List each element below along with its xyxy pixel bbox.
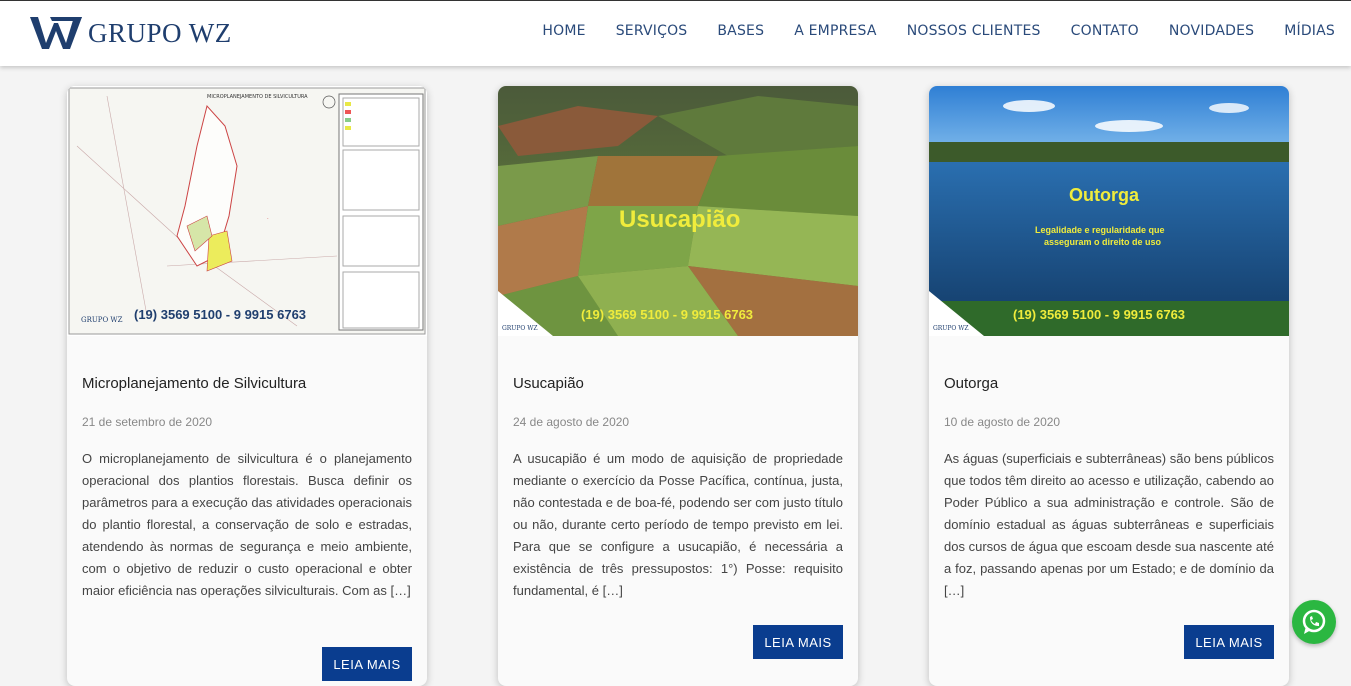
main-nav: HOME SERVIÇOS BASES A EMPRESA NOSSOS CLI… bbox=[542, 23, 1335, 39]
thumbnail-logo: GRUPO WZ bbox=[933, 325, 969, 332]
read-more-button[interactable]: LEIA MAIS bbox=[1184, 625, 1274, 659]
read-more-button[interactable]: LEIA MAIS bbox=[753, 625, 843, 659]
thumbnail-subheading-2: asseguram o direito de uso bbox=[1044, 237, 1162, 247]
post-date: 10 de agosto de 2020 bbox=[944, 415, 1061, 429]
thumbnail-logo: GRUPO WZ bbox=[502, 325, 538, 332]
thumbnail-phone: (19) 3569 5100 - 9 9915 6763 bbox=[581, 307, 754, 322]
post-title[interactable]: Microplanejamento de Silvicultura bbox=[82, 375, 306, 392]
nav-contato[interactable]: CONTATO bbox=[1071, 23, 1139, 39]
lake-image: GRUPO WZ bbox=[929, 86, 1289, 336]
site-logo[interactable]: GRUPO WZ bbox=[30, 15, 232, 51]
post-excerpt: As águas (superficiais e subterrâneas) s… bbox=[944, 451, 1274, 598]
map-image: MICROPLANEJAMENTO DE SILVICULTURA - GRUP… bbox=[68, 87, 426, 335]
post-title[interactable]: Outorga bbox=[944, 375, 998, 392]
post-excerpt: O microplanejamento de silvicultura é o … bbox=[82, 451, 412, 598]
thumbnail-heading: Usucapião bbox=[619, 206, 741, 233]
nav-a-empresa[interactable]: A EMPRESA bbox=[794, 23, 877, 39]
thumbnail-logo: GRUPO WZ bbox=[81, 316, 123, 324]
post-thumbnail-lake[interactable]: GRUPO WZ Outorga Legalidade e regularida… bbox=[929, 86, 1289, 336]
thumbnail-phone: (19) 3569 5100 - 9 9915 6763 bbox=[134, 307, 307, 322]
nav-servicos[interactable]: SERVIÇOS bbox=[616, 23, 688, 39]
post-title[interactable]: Usucapião bbox=[513, 375, 584, 392]
post-date: 21 de setembro de 2020 bbox=[82, 415, 213, 429]
thumbnail-heading: Outorga bbox=[1069, 185, 1139, 205]
nav-home[interactable]: HOME bbox=[542, 23, 585, 39]
map-heading: MICROPLANEJAMENTO DE SILVICULTURA bbox=[207, 94, 308, 100]
post-thumbnail-fields[interactable]: GRUPO WZ Usucapião (19) 3569 5100 - 9 99… bbox=[498, 86, 858, 336]
read-more-button[interactable]: LEIA MAIS bbox=[322, 647, 412, 681]
wz-logo-icon bbox=[30, 17, 82, 49]
whatsapp-floating-button[interactable] bbox=[1292, 600, 1336, 644]
post-thumbnail-map[interactable]: MICROPLANEJAMENTO DE SILVICULTURA - GRUP… bbox=[67, 86, 427, 336]
site-header: GRUPO WZ HOME SERVIÇOS BASES A EMPRESA N… bbox=[0, 0, 1351, 66]
thumbnail-subheading-1: Legalidade e regularidade que bbox=[1035, 225, 1165, 235]
nav-nossos-clientes[interactable]: NOSSOS CLIENTES bbox=[907, 23, 1041, 39]
nav-novidades[interactable]: NOVIDADES bbox=[1169, 23, 1254, 39]
post-card: GRUPO WZ Usucapião (19) 3569 5100 - 9 99… bbox=[498, 86, 858, 686]
nav-bases[interactable]: BASES bbox=[717, 23, 764, 39]
post-card: MICROPLANEJAMENTO DE SILVICULTURA - GRUP… bbox=[67, 86, 427, 686]
post-excerpt: A usucapião é um modo de aquisição de pr… bbox=[513, 451, 843, 598]
post-card: GRUPO WZ Outorga Legalidade e regularida… bbox=[929, 86, 1289, 686]
nav-midias[interactable]: MÍDIAS bbox=[1284, 23, 1335, 39]
brand-name: GRUPO WZ bbox=[88, 17, 232, 48]
post-date: 24 de agosto de 2020 bbox=[513, 415, 630, 429]
thumbnail-phone: (19) 3569 5100 - 9 9915 6763 bbox=[1013, 307, 1186, 322]
whatsapp-icon bbox=[1302, 609, 1326, 634]
